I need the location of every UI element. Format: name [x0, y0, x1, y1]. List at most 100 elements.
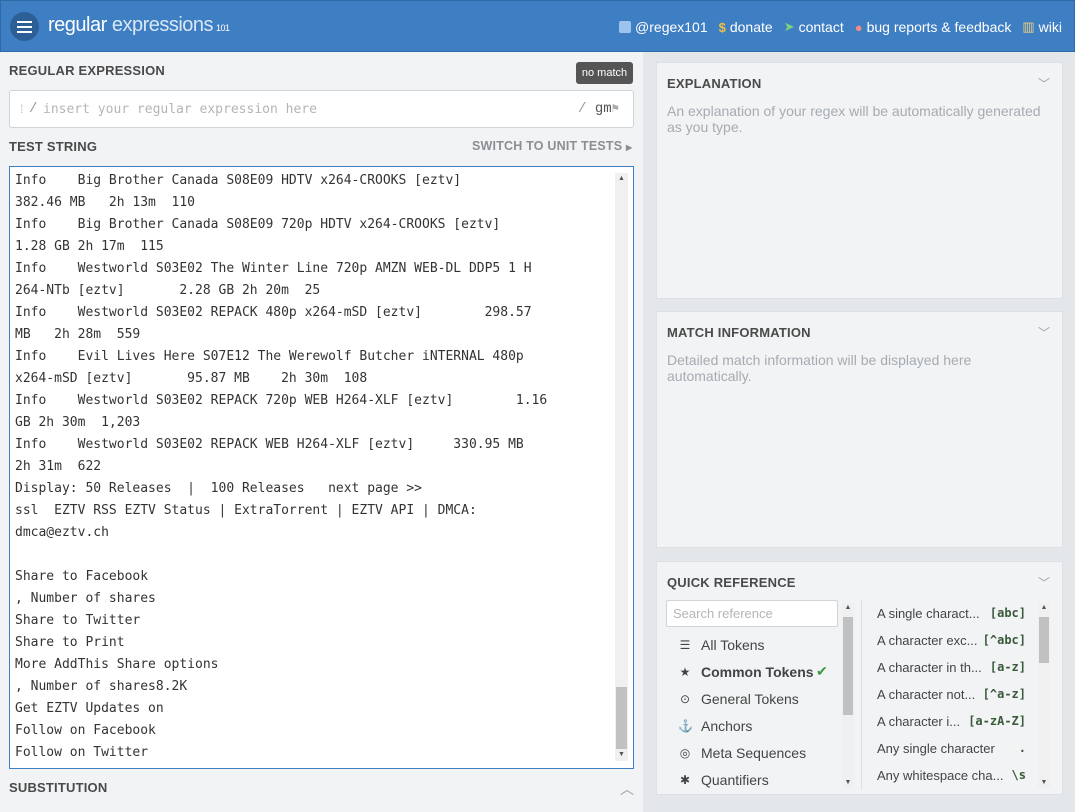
token-item[interactable]: Any whitespace cha... \s: [877, 762, 1032, 789]
quick-reference-title[interactable]: QUICK REFERENCE: [667, 575, 796, 590]
header-links: @regex101 $ donate ➤ contact ● bug reports …: [619, 19, 1062, 35]
token-code: [a-z]: [989, 660, 1026, 674]
test-string-scrollbar[interactable]: ▲ ▼: [615, 173, 628, 761]
test-string-line: Info Westworld S03E02 The Winter Line 72…: [15, 261, 532, 276]
category-quantifiers[interactable]: ✱ Quantifiers: [666, 767, 842, 794]
explanation-card: EXPLANATION ﹀ An explanation of your reg…: [656, 62, 1063, 299]
match-information-card: MATCH INFORMATION ﹀ Detailed match infor…: [656, 311, 1063, 548]
substitution-section-label[interactable]: SUBSTITUTION: [9, 780, 107, 795]
chevron-down-icon[interactable]: ﹀: [1038, 574, 1050, 591]
test-string-line: 2h 31m 622: [15, 459, 102, 474]
paper-plane-icon: ➤: [783, 19, 795, 34]
token-item[interactable]: A single charact... [abc]: [877, 600, 1032, 627]
bank-icon: ▥: [1022, 19, 1035, 34]
test-string-line: Follow on Facebook: [15, 723, 156, 738]
twitter-icon: [619, 21, 632, 33]
test-string-line: 1.28 GB 2h 17m 115: [15, 239, 164, 254]
test-string-line: Info Big Brother Canada S08E09 720p HDTV…: [15, 217, 501, 232]
scroll-up-arrow-icon[interactable]: ▲: [615, 173, 628, 185]
test-string-line: More AddThis Share options: [15, 657, 219, 672]
hamburger-menu-button[interactable]: [10, 12, 39, 41]
test-string-line: Share to Print: [15, 635, 125, 650]
scroll-down-arrow-icon[interactable]: ▼: [842, 778, 854, 788]
token-code: [abc]: [989, 606, 1026, 620]
wiki-link[interactable]: ▥ wiki: [1022, 19, 1062, 35]
chevron-up-icon[interactable]: ︿: [620, 779, 634, 799]
token-code: [^a-z]: [982, 687, 1026, 701]
checkmark-icon: ✔: [816, 663, 828, 679]
scroll-up-arrow-icon[interactable]: ▲: [842, 603, 854, 613]
token-code: [^abc]: [982, 633, 1026, 647]
category-label: Meta Sequences: [701, 745, 807, 761]
category-label: Common Tokens: [701, 664, 814, 680]
contact-link[interactable]: ➤ contact: [784, 19, 844, 35]
token-scrollbar[interactable]: ▲ ▼: [1038, 603, 1050, 788]
test-string-line: Share to Facebook: [15, 569, 149, 584]
test-string-text[interactable]: Info Big Brother Canada S08E09 HDTV x264…: [15, 170, 613, 764]
token-item[interactable]: Any single character.: [877, 735, 1032, 762]
category-meta-sequences[interactable]: ◎ Meta Sequences: [666, 740, 842, 767]
category-scrollbar[interactable]: ▲ ▼: [842, 603, 854, 788]
switch-to-unit-tests-label: SWITCH TO UNIT TESTS: [472, 139, 623, 153]
regex-open-delimiter: /: [29, 101, 38, 117]
category-all-tokens[interactable]: ☰ All Tokens: [666, 632, 842, 659]
test-string-line: GB 2h 30m 1,203: [15, 415, 141, 430]
regex-close-delimiter: /: [578, 101, 587, 117]
test-string-line: Info Westworld S03E02 REPACK 480p x264-m…: [15, 305, 532, 320]
chevron-down-icon[interactable]: ﹀: [1038, 75, 1050, 92]
scroll-down-arrow-icon[interactable]: ▼: [1038, 778, 1050, 788]
token-description: Any single character: [877, 741, 995, 756]
test-string-line: 264-NTb [eztv] 2.28 GB 2h 20m 25: [15, 283, 321, 298]
site-logo[interactable]: regular expressions 101: [48, 14, 230, 37]
database-icon: ☰: [679, 638, 691, 652]
scrollbar-thumb[interactable]: [843, 617, 853, 715]
top-navbar: regular expressions 101 @regex101 $ donate…: [0, 0, 1075, 52]
test-string-line: Info Evil Lives Here S07E12 The Werewolf…: [15, 349, 524, 364]
token-description: Any whitespace cha...: [877, 768, 1004, 783]
flag-icon: ⚑: [611, 102, 619, 116]
caret-right-icon: ▶: [625, 143, 633, 152]
reference-search-input[interactable]: [666, 600, 838, 627]
wiki-link-label: wiki: [1038, 19, 1062, 35]
bug-reports-link-label: bug reports & feedback: [866, 19, 1012, 35]
explanation-title[interactable]: EXPLANATION: [667, 76, 761, 91]
chevron-down-icon[interactable]: ﹀: [1038, 324, 1050, 341]
regex-input[interactable]: [43, 99, 563, 119]
token-item[interactable]: A character not... [^a-z]: [877, 681, 1032, 708]
test-string-line: 382.46 MB 2h 13m 110: [15, 195, 196, 210]
token-description: A character exc...: [877, 633, 978, 648]
regex-flags-button[interactable]: / gm⚑: [578, 101, 619, 117]
category-anchors[interactable]: ⚓ Anchors: [666, 713, 842, 740]
token-description: A character not...: [877, 687, 976, 702]
test-string-line: dmca@eztv.ch: [15, 525, 109, 540]
contact-link-label: contact: [798, 19, 844, 35]
reference-category-list: ☰ All Tokens ★ Common Tokens ✔ ⊙ General…: [666, 632, 842, 794]
scrollbar-thumb[interactable]: [616, 687, 627, 749]
match-information-title[interactable]: MATCH INFORMATION: [667, 325, 811, 340]
test-string-line: [15, 544, 613, 566]
scroll-down-arrow-icon[interactable]: ▼: [615, 749, 628, 761]
token-code: [a-zA-Z]: [968, 714, 1026, 728]
category-label: Anchors: [701, 718, 753, 734]
lifebuoy-icon: ◎: [679, 746, 691, 760]
scrollbar-thumb[interactable]: [1039, 617, 1049, 663]
token-item[interactable]: A character i... [a-zA-Z]: [877, 708, 1032, 735]
bug-reports-link[interactable]: ● bug reports & feedback: [855, 19, 1012, 35]
drag-handle-icon[interactable]: ⁞: [20, 102, 23, 116]
test-string-editor[interactable]: Info Big Brother Canada S08E09 HDTV x264…: [9, 166, 634, 769]
scroll-up-arrow-icon[interactable]: ▲: [1038, 603, 1050, 613]
twitter-link[interactable]: @regex101: [619, 19, 708, 35]
token-description: A single charact...: [877, 606, 980, 621]
test-string-line: , Number of shares8.2K: [15, 679, 188, 694]
category-general-tokens[interactable]: ⊙ General Tokens: [666, 686, 842, 713]
token-item[interactable]: A character in th... [a-z]: [877, 654, 1032, 681]
switch-to-unit-tests-button[interactable]: SWITCH TO UNIT TESTS ▶: [472, 139, 632, 153]
star-icon: ★: [679, 665, 691, 679]
circle-dot-icon: ⊙: [679, 692, 691, 706]
category-label: General Tokens: [701, 691, 799, 707]
token-description: A character in th...: [877, 660, 982, 675]
match-status-badge: no match: [576, 62, 633, 84]
token-item[interactable]: A character exc... [^abc]: [877, 627, 1032, 654]
category-common-tokens[interactable]: ★ Common Tokens ✔: [666, 659, 842, 686]
donate-link[interactable]: $ donate: [719, 19, 773, 35]
